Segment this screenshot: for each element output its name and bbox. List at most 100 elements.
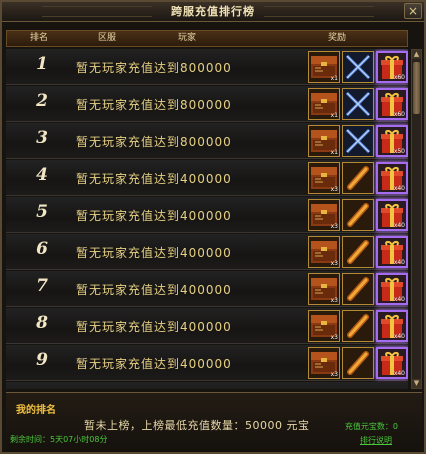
- rank-number: 8: [36, 313, 48, 333]
- reward-item-slot[interactable]: [342, 199, 374, 231]
- reward-item-slot[interactable]: x3: [308, 162, 340, 194]
- ranking-row: 3 暂无玩家充值达到800000 x1 x50: [6, 123, 408, 159]
- reward-item-slot[interactable]: x3: [308, 310, 340, 342]
- title-bar: 跨服充值排行榜 ×: [2, 2, 424, 22]
- scroll-up-arrow-icon[interactable]: ▲: [412, 50, 421, 59]
- reward-quantity: x40: [393, 333, 405, 340]
- scroll-icon: [343, 277, 373, 308]
- rank-number: 2: [36, 91, 48, 111]
- reward-item-slot[interactable]: x50: [376, 125, 408, 157]
- reward-quantity: x3: [330, 223, 338, 230]
- close-button[interactable]: ×: [404, 3, 422, 19]
- column-header-server: 区服: [97, 33, 116, 43]
- rank-status-message: 暂无玩家充值达到800000: [76, 98, 232, 112]
- footer-panel: 我的排名 暂未上榜，上榜最低充值数量：50000 元宝 剩余时间：5天07小时0…: [6, 392, 422, 452]
- reward-item-slot[interactable]: x1: [308, 51, 340, 83]
- reward-item-slot[interactable]: [342, 88, 374, 120]
- reward-quantity: x3: [330, 334, 338, 341]
- reward-item-slot[interactable]: x40: [376, 273, 408, 305]
- reward-slots: x3 x40: [308, 273, 408, 305]
- reward-slots: x3 x40: [308, 347, 408, 379]
- reward-item-slot[interactable]: x3: [308, 236, 340, 268]
- ranking-row: 8 暂无玩家充值达到400000 x3 x40: [6, 308, 408, 344]
- reward-quantity: x40: [393, 370, 405, 377]
- reward-item-slot[interactable]: [342, 125, 374, 157]
- ranking-list[interactable]: 1 暂无玩家充值达到800000 x1 x60 2 暂无玩家充值达到800000 x1 x60…: [6, 49, 408, 389]
- reward-quantity: x40: [393, 296, 405, 303]
- rank-number: 1: [36, 54, 48, 74]
- rank-number: 5: [36, 202, 48, 222]
- reward-quantity: x40: [393, 185, 405, 192]
- reward-item-slot[interactable]: [342, 310, 374, 342]
- scroll-thumb[interactable]: [413, 62, 420, 114]
- reward-item-slot[interactable]: x40: [376, 162, 408, 194]
- reward-item-slot[interactable]: [342, 273, 374, 305]
- reward-slots: x3 x40: [308, 236, 408, 268]
- reward-item-slot[interactable]: x3: [308, 273, 340, 305]
- reward-slots: x3 x40: [308, 199, 408, 231]
- reward-quantity: x50: [393, 148, 405, 155]
- ranking-window: 跨服充值排行榜 × 排名 区服 玩家 奖励 1 暂无玩家充值达到800000 x1 x…: [0, 0, 426, 454]
- rank-number: 9: [36, 350, 48, 370]
- scroll-icon: [343, 166, 373, 197]
- column-header-player: 玩家: [177, 33, 196, 43]
- remaining-time: 剩余时间：5天07小时08分: [10, 435, 108, 444]
- reward-item-slot[interactable]: [342, 236, 374, 268]
- reward-quantity: x60: [393, 111, 405, 118]
- title-decoration-right: [264, 6, 374, 17]
- reward-item-slot[interactable]: x40: [376, 347, 408, 379]
- my-rank-status: 暂未上榜，上榜最低充值数量：50000 元宝: [84, 419, 310, 432]
- rank-number: 7: [36, 276, 48, 296]
- column-header-reward: 奖励: [327, 33, 346, 43]
- reward-item-slot[interactable]: x40: [376, 310, 408, 342]
- ranking-row: 7 暂无玩家充值达到400000 x3 x40: [6, 271, 408, 307]
- reward-item-slot[interactable]: x3: [308, 199, 340, 231]
- reward-quantity: x40: [393, 222, 405, 229]
- reward-item-slot[interactable]: [342, 51, 374, 83]
- ranking-row: 9 暂无玩家充值达到400000 x3 x40: [6, 345, 408, 381]
- scroll-icon: [343, 351, 373, 382]
- rank-status-message: 暂无玩家充值达到400000: [76, 357, 232, 371]
- reward-quantity: x3: [330, 371, 338, 378]
- scroll-icon: [343, 314, 373, 345]
- reward-item-slot[interactable]: x60: [376, 88, 408, 120]
- ranking-rules-link[interactable]: 排行说明: [360, 435, 392, 446]
- reward-quantity: x1: [330, 75, 338, 82]
- reward-item-slot[interactable]: [342, 162, 374, 194]
- reward-item-slot[interactable]: x3: [308, 347, 340, 379]
- scroll-down-arrow-icon[interactable]: ▼: [412, 379, 421, 388]
- title-decoration-left: [42, 6, 152, 17]
- rank-status-message: 暂无玩家充值达到400000: [76, 246, 232, 260]
- ranking-row: 5 暂无玩家充值达到400000 x3 x40: [6, 197, 408, 233]
- reward-item-slot[interactable]: x1: [308, 88, 340, 120]
- reward-slots: x1 x60: [308, 51, 408, 83]
- reward-item-slot[interactable]: x60: [376, 51, 408, 83]
- crossed-swords-icon: [343, 52, 373, 86]
- rank-status-message: 暂无玩家充值达到400000: [76, 320, 232, 334]
- reward-item-slot[interactable]: x40: [376, 236, 408, 268]
- reward-quantity: x3: [330, 186, 338, 193]
- reward-item-slot[interactable]: [342, 347, 374, 379]
- ranking-row: 6 暂无玩家充值达到400000 x3 x40: [6, 234, 408, 270]
- rank-number: 3: [36, 128, 48, 148]
- scrollbar[interactable]: ▲ ▼: [411, 49, 422, 389]
- rank-number: 4: [36, 165, 48, 185]
- reward-slots: x3 x40: [308, 162, 408, 194]
- rank-status-message: 暂无玩家充值达到800000: [76, 61, 232, 75]
- reward-quantity: x40: [393, 259, 405, 266]
- rank-status-message: 暂无玩家充值达到400000: [76, 209, 232, 223]
- ranking-row: 4 暂无玩家充值达到400000 x3 x40: [6, 160, 408, 196]
- reward-item-slot[interactable]: x40: [376, 199, 408, 231]
- table-header: 排名 区服 玩家 奖励: [6, 30, 408, 47]
- scroll-icon: [343, 203, 373, 234]
- rank-status-message: 暂无玩家充值达到400000: [76, 172, 232, 186]
- crossed-swords-icon: [343, 126, 373, 160]
- column-header-rank: 排名: [29, 33, 48, 43]
- recharge-gold-count: 充值元宝数：0: [344, 422, 398, 431]
- rank-number: 10: [30, 387, 54, 389]
- reward-item-slot[interactable]: x1: [308, 125, 340, 157]
- reward-quantity: x60: [393, 74, 405, 81]
- ranking-row: 1 暂无玩家充值达到800000 x1 x60: [6, 49, 408, 85]
- reward-quantity: x3: [330, 260, 338, 267]
- reward-quantity: x1: [330, 112, 338, 119]
